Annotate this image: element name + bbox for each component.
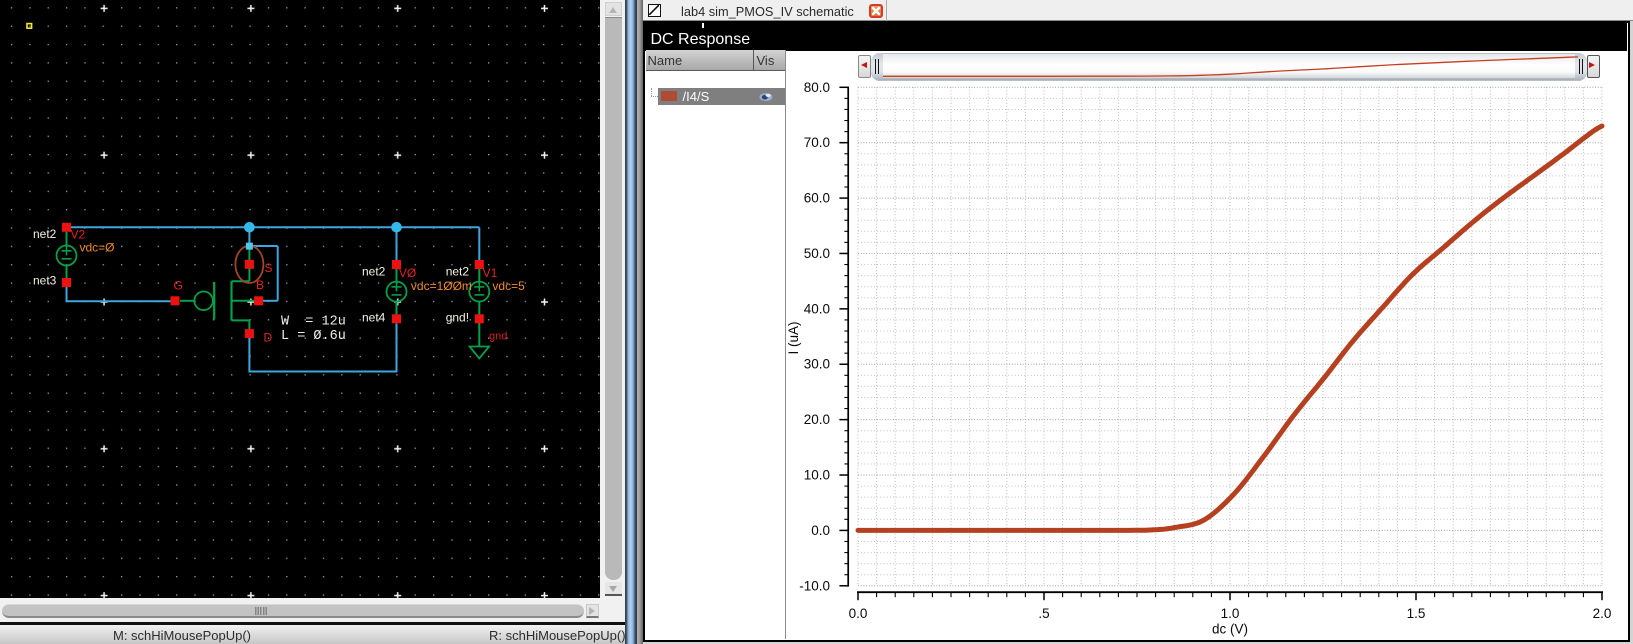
svg-text:vdc=1ØØm: vdc=1ØØm	[411, 279, 472, 293]
svg-text:gnd: gnd	[489, 331, 507, 343]
svg-text:V1: V1	[483, 266, 498, 280]
svg-text:vdc=5: vdc=5	[492, 279, 525, 293]
svg-text:vdc=Ø: vdc=Ø	[80, 241, 115, 255]
svg-text:net2: net2	[362, 265, 386, 279]
svg-text:B: B	[256, 278, 264, 292]
svg-text:D: D	[264, 331, 273, 345]
svg-text:G: G	[174, 279, 183, 293]
svg-text:W = 12u: W = 12u	[281, 315, 346, 330]
svg-text:net3: net3	[33, 274, 57, 288]
svg-text:net2: net2	[33, 227, 57, 241]
svg-text:VØ: VØ	[399, 266, 416, 280]
svg-text:L = Ø.6u: L = Ø.6u	[281, 329, 346, 344]
svg-text:net2: net2	[446, 265, 470, 279]
svg-text:gnd!: gnd!	[446, 311, 469, 325]
svg-text:net4: net4	[362, 311, 386, 325]
svg-text:V2: V2	[71, 228, 86, 242]
svg-text:S: S	[265, 261, 273, 275]
